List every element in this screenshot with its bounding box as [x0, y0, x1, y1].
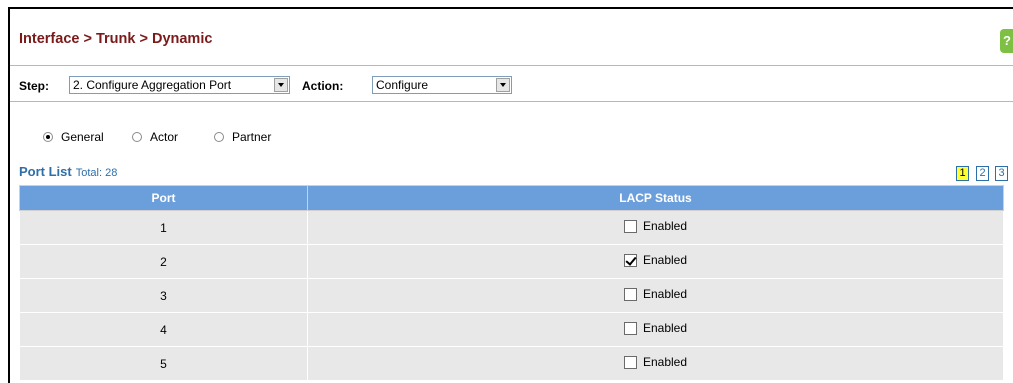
lacp-status-cell: Enabled [307, 278, 1004, 313]
table-header-row: Port LACP Status [19, 185, 1004, 211]
page-title: Interface > Trunk > Dynamic [19, 31, 213, 47]
lacp-enabled-checkbox[interactable]: Enabled [623, 219, 688, 234]
radio-general-button[interactable] [43, 132, 53, 142]
port-list-total: Total: 28 [75, 167, 118, 179]
radio-partner[interactable]: Partner [214, 129, 271, 145]
radio-partner-label: Partner [232, 130, 272, 144]
checkbox-box[interactable] [623, 219, 637, 233]
radio-actor[interactable]: Actor [132, 129, 178, 145]
radio-actor-label: Actor [150, 130, 179, 144]
table-row: 3 Enabled [19, 278, 1004, 313]
action-select[interactable]: Configure [372, 76, 512, 94]
radio-partner-button[interactable] [214, 132, 224, 142]
divider [10, 101, 1013, 102]
port-cell: 3 [19, 278, 308, 313]
checkbox-label: Enabled [642, 355, 688, 370]
step-select[interactable]: 2. Configure Aggregation Port [69, 76, 290, 94]
checkbox-label: Enabled [642, 321, 688, 336]
page-link-2[interactable]: 2 [976, 166, 989, 181]
port-cell: 2 [19, 244, 308, 279]
port-cell: 4 [19, 312, 308, 347]
checkbox-box[interactable] [623, 355, 637, 369]
help-icon[interactable]: ? [1000, 29, 1013, 53]
lacp-enabled-checkbox[interactable]: Enabled [623, 253, 688, 268]
lacp-status-cell: Enabled [307, 244, 1004, 279]
port-cell: 1 [19, 210, 308, 245]
chevron-down-icon[interactable] [274, 78, 288, 92]
table-row: 1 Enabled [19, 210, 1004, 245]
lacp-status-cell: Enabled [307, 312, 1004, 347]
radio-general-label: General [61, 130, 104, 144]
step-bar: Step: 2. Configure Aggregation Port Acti… [10, 66, 1013, 101]
checkbox-label: Enabled [642, 253, 688, 268]
action-label: Action: [302, 79, 344, 93]
table-row: 4 Enabled [19, 312, 1004, 347]
checkbox-label: Enabled [642, 219, 688, 234]
column-header-lacp-status: LACP Status [307, 185, 1004, 211]
lacp-status-cell: Enabled [307, 210, 1004, 245]
chevron-down-icon[interactable] [496, 78, 510, 92]
table-row: 5 Enabled [19, 346, 1004, 381]
checkbox-label: Enabled [642, 287, 688, 302]
port-table: Port LACP Status 1 Enabled 2 Enabled 3 E… [19, 185, 1004, 381]
checkbox-box[interactable] [623, 287, 637, 301]
action-select-value: Configure [376, 78, 429, 92]
port-cell: 5 [19, 346, 308, 381]
lacp-enabled-checkbox[interactable]: Enabled [623, 355, 688, 370]
step-label: Step: [19, 79, 49, 93]
lacp-enabled-checkbox[interactable]: Enabled [623, 321, 688, 336]
port-list-title: Port List [19, 164, 72, 179]
table-row: 2 Enabled [19, 244, 1004, 279]
content-frame: Interface > Trunk > Dynamic ? Step: 2. C… [8, 7, 1013, 383]
radio-general[interactable]: General [43, 129, 104, 145]
port-list-heading: Port List Total: 28 [19, 164, 117, 179]
page-link-3[interactable]: 3 [995, 166, 1008, 181]
checkbox-box[interactable] [623, 321, 637, 335]
lacp-status-cell: Enabled [307, 346, 1004, 381]
step-select-value: 2. Configure Aggregation Port [73, 78, 232, 92]
column-header-port: Port [19, 185, 308, 211]
page-link-1[interactable]: 1 [956, 166, 969, 181]
radio-actor-button[interactable] [132, 132, 142, 142]
checkbox-box[interactable] [623, 253, 637, 267]
lacp-enabled-checkbox[interactable]: Enabled [623, 287, 688, 302]
title-bar: Interface > Trunk > Dynamic ? [10, 9, 1013, 65]
